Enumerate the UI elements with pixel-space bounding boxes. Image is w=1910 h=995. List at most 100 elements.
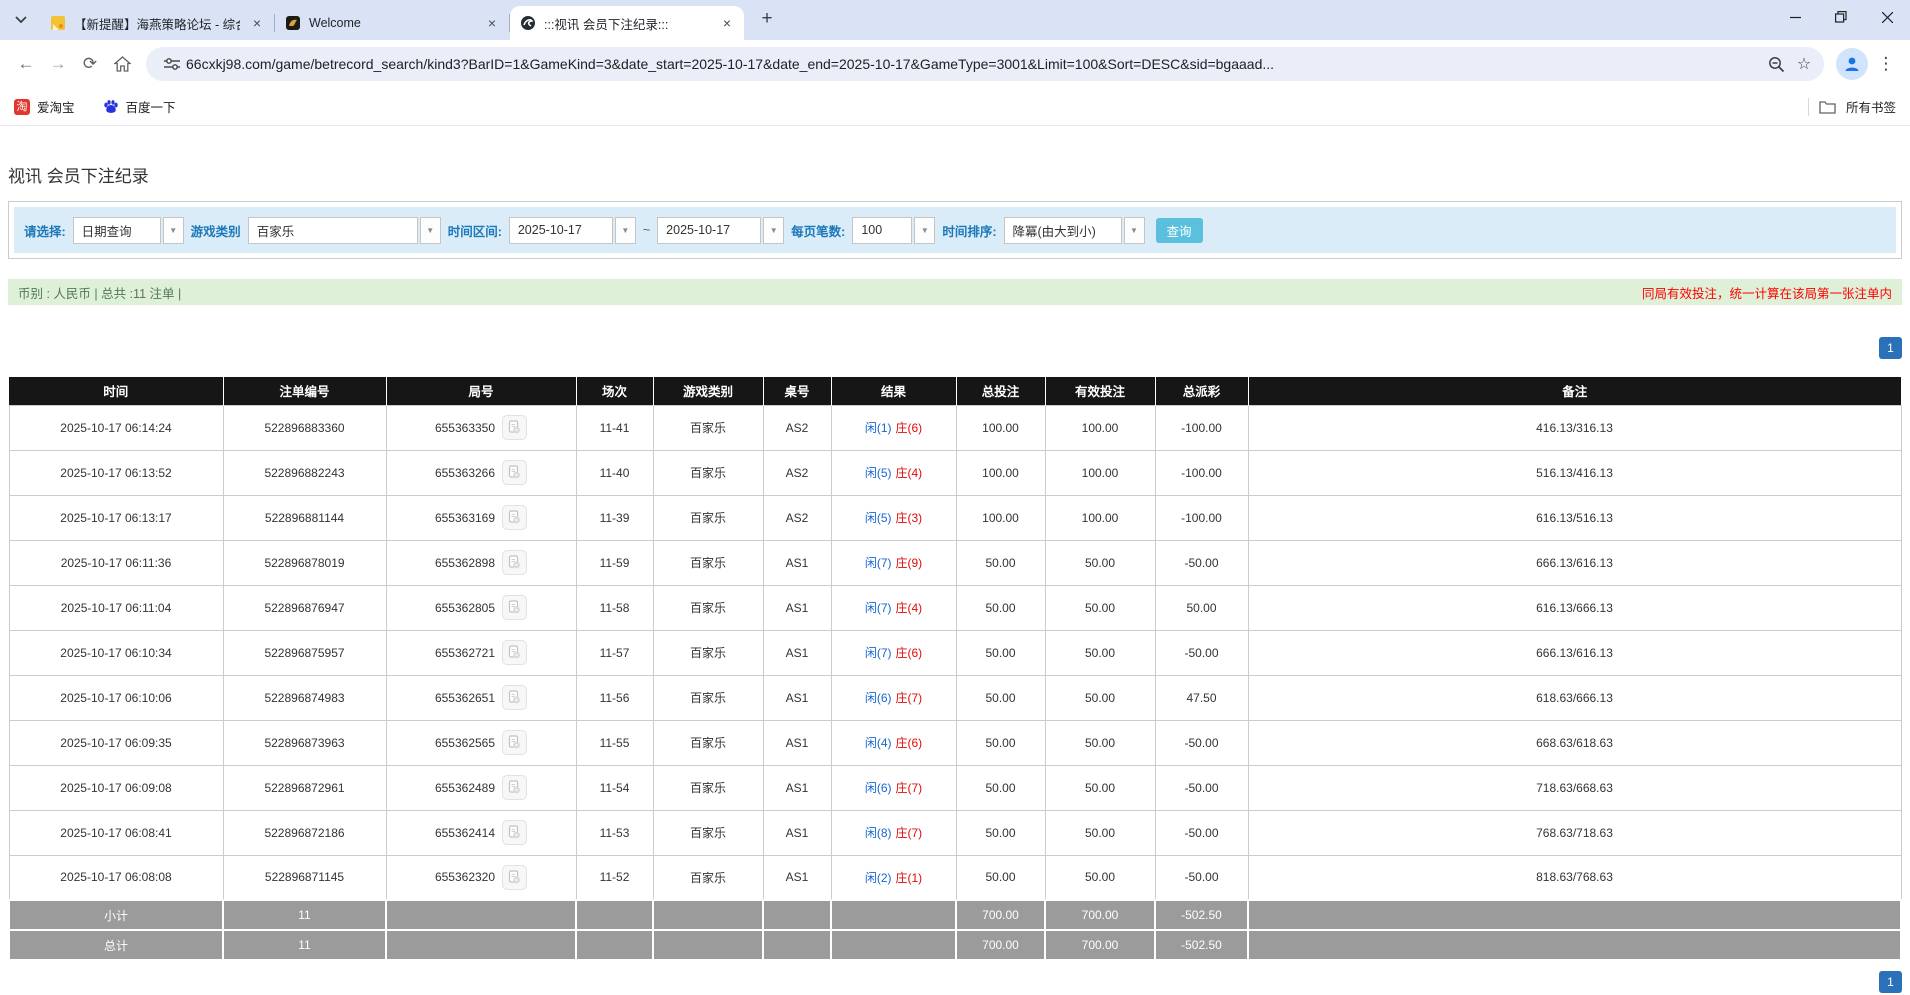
close-window-button[interactable] <box>1864 0 1910 34</box>
time-cell: 2025-10-17 06:08:41 <box>9 810 223 855</box>
query-type-select[interactable]: 日期查询 ▼ <box>73 217 184 244</box>
valid-bet-cell: 100.00 <box>1045 495 1155 540</box>
game-type-cell: 百家乐 <box>653 540 763 585</box>
tab-search-button[interactable] <box>8 7 34 33</box>
search-button[interactable]: 查询 <box>1156 218 1203 243</box>
total-bet-cell[interactable]: 50.00 <box>956 810 1045 855</box>
table-no-cell: AS1 <box>763 810 831 855</box>
divider <box>1808 98 1809 116</box>
game-type-cell: 百家乐 <box>653 720 763 765</box>
forward-button[interactable]: → <box>42 48 74 80</box>
minimize-button[interactable] <box>1772 0 1818 34</box>
site-settings-tune-icon[interactable] <box>158 50 186 78</box>
bookmark-baidu[interactable]: 百度一下 <box>103 97 176 116</box>
tab-bet-records-active[interactable]: :::视讯 会员下注纪录::: × <box>510 6 744 40</box>
date-end-select[interactable]: 2025-10-17 ▼ <box>657 217 784 244</box>
round-id: 655363266 <box>435 466 495 480</box>
result-cell: 闲(6)庄(7) <box>831 675 956 720</box>
query-type-value[interactable]: 日期查询 <box>73 217 161 244</box>
url-bar[interactable]: 66cxkj98.com/game/betrecord_search/kind3… <box>146 47 1824 81</box>
total-bet-cell[interactable]: 100.00 <box>956 405 1045 450</box>
reload-button[interactable]: ⟳ <box>74 48 106 80</box>
baidu-paw-icon <box>103 99 119 115</box>
result-cell: 闲(5)庄(3) <box>831 495 956 540</box>
replay-card-icon <box>507 825 522 840</box>
session-cell: 11-41 <box>576 405 653 450</box>
tab-close-icon[interactable]: × <box>248 14 266 32</box>
total-bet-cell[interactable]: 50.00 <box>956 630 1045 675</box>
total-bet-cell[interactable]: 50.00 <box>956 585 1045 630</box>
filter-bar: 请选择: 日期查询 ▼ 游戏类别 百家乐 ▼ 时间区间: 2025-10-17 … <box>14 207 1896 253</box>
total-row-cell <box>763 930 831 960</box>
taobao-icon: 淘 <box>14 99 30 115</box>
date-end-value[interactable]: 2025-10-17 <box>657 217 761 244</box>
replay-icon-button[interactable] <box>502 640 527 665</box>
total-bet-cell[interactable]: 50.00 <box>956 765 1045 810</box>
chevron-down-icon[interactable]: ▼ <box>914 217 935 244</box>
browser-menu-button[interactable]: ⋮ <box>1872 54 1900 74</box>
replay-icon-button[interactable] <box>502 730 527 755</box>
date-start-value[interactable]: 2025-10-17 <box>509 217 613 244</box>
chevron-down-icon[interactable]: ▼ <box>763 217 784 244</box>
replay-icon-button[interactable] <box>502 595 527 620</box>
chevron-down-icon[interactable]: ▼ <box>1124 217 1145 244</box>
total-bet-cell[interactable]: 50.00 <box>956 855 1045 900</box>
total-bet-cell[interactable]: 50.00 <box>956 675 1045 720</box>
replay-icon-button[interactable] <box>502 865 527 890</box>
home-button[interactable] <box>106 48 138 80</box>
remark-cell: 616.13/666.13 <box>1248 585 1901 630</box>
replay-icon-button[interactable] <box>502 415 527 440</box>
total-row: 总计11700.00700.00-502.50 <box>9 930 1901 960</box>
replay-card-icon <box>507 600 522 615</box>
zoom-out-icon[interactable] <box>1762 50 1790 78</box>
total-bet-cell[interactable]: 50.00 <box>956 720 1045 765</box>
game-type-value[interactable]: 百家乐 <box>248 217 418 244</box>
replay-icon-button[interactable] <box>502 820 527 845</box>
chevron-down-icon[interactable]: ▼ <box>615 217 636 244</box>
tab-forum[interactable]: 【新提醒】海燕策略论坛 - 综合 × <box>40 6 274 40</box>
session-cell: 11-55 <box>576 720 653 765</box>
maximize-button[interactable] <box>1818 0 1864 34</box>
total-bet-cell[interactable]: 100.00 <box>956 450 1045 495</box>
table-row: 2025-10-17 06:11:04522896876947655362805… <box>9 585 1901 630</box>
subtotal-row-cell <box>763 900 831 930</box>
result-cell: 闲(6)庄(7) <box>831 765 956 810</box>
tab-welcome[interactable]: Welcome × <box>275 6 509 40</box>
game-type-select[interactable]: 百家乐 ▼ <box>248 217 441 244</box>
date-start-select[interactable]: 2025-10-17 ▼ <box>509 217 636 244</box>
tab-close-icon[interactable]: × <box>483 14 501 32</box>
column-header: 总派彩 <box>1155 377 1248 405</box>
chevron-down-icon[interactable]: ▼ <box>420 217 441 244</box>
subtotal-row-cell <box>576 900 653 930</box>
replay-icon-button[interactable] <box>502 550 527 575</box>
round-cell: 655363350 <box>386 405 576 450</box>
total-bet-cell[interactable]: 50.00 <box>956 540 1045 585</box>
total-bet-cell[interactable]: 100.00 <box>956 495 1045 540</box>
page-1-button[interactable]: 1 <box>1879 337 1902 359</box>
remark-cell: 618.63/666.13 <box>1248 675 1901 720</box>
all-bookmarks[interactable]: 所有书签 <box>1808 97 1896 116</box>
bet-id-cell: 522896876947 <box>223 585 386 630</box>
sort-value[interactable]: 降冪(由大到小) <box>1004 217 1122 244</box>
replay-card-icon <box>507 420 522 435</box>
chevron-down-icon[interactable]: ▼ <box>163 217 184 244</box>
tab-close-icon[interactable]: × <box>718 14 736 32</box>
sort-select[interactable]: 降冪(由大到小) ▼ <box>1004 217 1145 244</box>
new-tab-button[interactable]: + <box>754 6 780 32</box>
bookmark-star-icon[interactable]: ☆ <box>1790 50 1818 78</box>
back-button[interactable]: ← <box>10 48 42 80</box>
bet-id-cell: 522896883360 <box>223 405 386 450</box>
replay-icon-button[interactable] <box>502 775 527 800</box>
total-row-cell <box>831 930 956 960</box>
page-size-select[interactable]: 100 ▼ <box>852 217 935 244</box>
page-size-value[interactable]: 100 <box>852 217 912 244</box>
replay-icon-button[interactable] <box>502 460 527 485</box>
replay-card-icon <box>507 555 522 570</box>
session-cell: 11-39 <box>576 495 653 540</box>
replay-icon-button[interactable] <box>502 685 527 710</box>
url-text[interactable]: 66cxkj98.com/game/betrecord_search/kind3… <box>186 56 1762 72</box>
page-1-button[interactable]: 1 <box>1879 971 1902 993</box>
replay-icon-button[interactable] <box>502 505 527 530</box>
bookmark-taobao[interactable]: 淘 爱淘宝 <box>14 97 75 116</box>
profile-avatar[interactable] <box>1836 48 1868 80</box>
